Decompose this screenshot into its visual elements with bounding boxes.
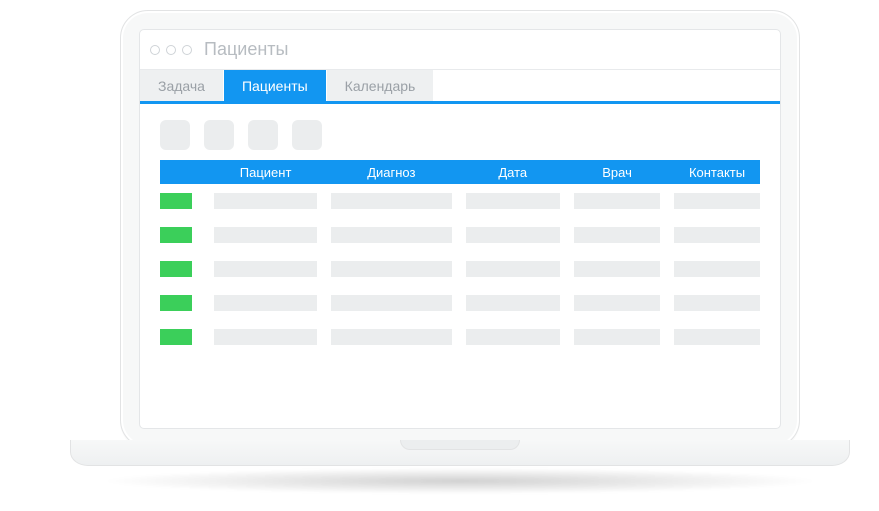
minimize-icon[interactable] [166,45,176,55]
status-badge [160,295,192,311]
cell-patient [214,295,317,311]
cell-diagnosis [331,227,451,243]
cell-date [466,329,561,345]
cell-contacts [674,193,760,209]
laptop-shadow [100,468,820,494]
cell-doctor [574,227,660,243]
table-row[interactable] [160,184,760,218]
tab-task[interactable]: Задача [140,70,224,101]
status-badge [160,329,192,345]
cell-date [466,227,561,243]
close-icon[interactable] [150,45,160,55]
tab-calendar[interactable]: Календарь [327,70,435,101]
window-title: Пациенты [204,39,288,60]
tabs-bar: Задача Пациенты Календарь [140,70,780,104]
cell-contacts [674,329,760,345]
laptop-base [70,440,850,466]
window-controls[interactable] [150,45,192,55]
table-row[interactable] [160,218,760,252]
cell-contacts [674,295,760,311]
tab-patients[interactable]: Пациенты [224,70,327,101]
toolbar-button[interactable] [160,120,190,150]
col-doctor: Врач [574,165,660,180]
col-patient: Пациент [214,165,317,180]
cell-patient [214,329,317,345]
cell-doctor [574,329,660,345]
toolbar-button[interactable] [248,120,278,150]
cell-diagnosis [331,295,451,311]
cell-contacts [674,261,760,277]
toolbar-button[interactable] [204,120,234,150]
cell-date [466,261,561,277]
cell-date [466,193,561,209]
cell-doctor [574,261,660,277]
cell-contacts [674,227,760,243]
cell-doctor [574,193,660,209]
window-titlebar: Пациенты [140,30,780,70]
table-header: Пациент Диагноз Дата Врач Контакты [160,160,760,184]
cell-patient [214,227,317,243]
patients-table: Пациент Диагноз Дата Врач Контакты [140,160,780,374]
col-diagnosis: Диагноз [331,165,451,180]
laptop-notch [400,440,520,450]
cell-diagnosis [331,261,451,277]
cell-patient [214,261,317,277]
cell-date [466,295,561,311]
toolbar [140,104,780,160]
col-date: Дата [466,165,561,180]
cell-diagnosis [331,329,451,345]
col-contacts: Контакты [674,165,760,180]
cell-doctor [574,295,660,311]
maximize-icon[interactable] [182,45,192,55]
status-badge [160,227,192,243]
cell-patient [214,193,317,209]
app-window: Пациенты Задача Пациенты Календарь Пацие… [139,29,781,429]
table-row[interactable] [160,252,760,286]
table-row[interactable] [160,320,760,354]
cell-diagnosis [331,193,451,209]
table-row[interactable] [160,286,760,320]
status-badge [160,261,192,277]
laptop-bezel: Пациенты Задача Пациенты Календарь Пацие… [120,10,800,448]
toolbar-button[interactable] [292,120,322,150]
status-badge [160,193,192,209]
